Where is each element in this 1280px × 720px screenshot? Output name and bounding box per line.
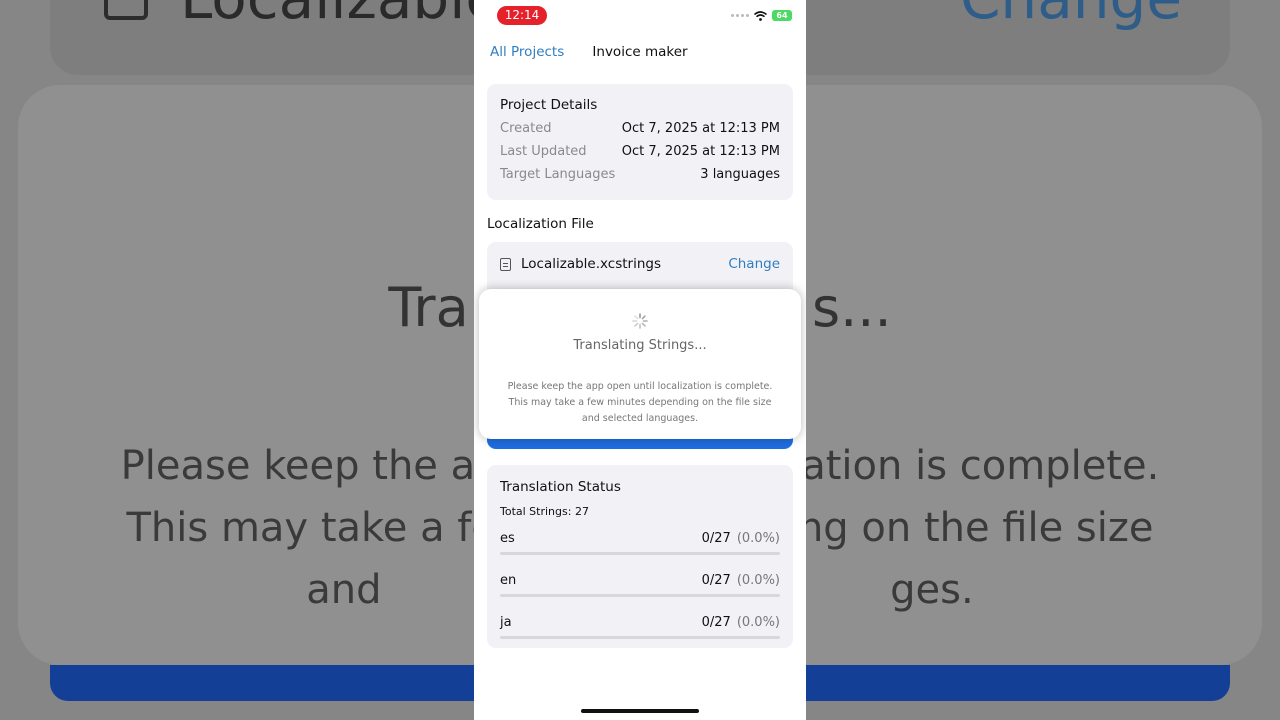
translation-status-title: Translation Status <box>500 479 621 495</box>
language-count: 0/27 <box>701 531 731 546</box>
detail-value: Oct 7, 2025 at 12:13 PM <box>621 121 780 136</box>
file-name: Localizable.xcstrings <box>521 256 661 272</box>
detail-row-target-languages: Target Languages 3 languages <box>500 167 780 182</box>
status-icons: 64 <box>731 10 792 21</box>
localization-file-label: Localization File <box>487 216 594 232</box>
project-details-card: Project Details Created Oct 7, 2025 at 1… <box>487 84 793 200</box>
detail-value: 3 languages <box>700 167 780 182</box>
progress-bar <box>500 636 780 639</box>
progress-bar <box>500 594 780 597</box>
activity-spinner-icon <box>632 313 648 329</box>
language-code: ja <box>500 615 512 630</box>
nav-title: Invoice maker <box>592 44 688 60</box>
bg-document-icon <box>104 0 148 20</box>
wifi-icon <box>754 10 767 21</box>
detail-row-created: Created Oct 7, 2025 at 12:13 PM <box>500 121 780 136</box>
phone-screen: 12:14 64 All Projects Invoice maker Proj… <box>474 0 806 720</box>
translation-status-card: Translation Status Total Strings: 27 es … <box>487 465 793 648</box>
home-indicator[interactable] <box>581 709 699 713</box>
language-row-en: en 0/27 (0.0%) <box>500 573 780 597</box>
total-strings: Total Strings: 27 <box>500 505 589 518</box>
change-file-button[interactable]: Change <box>728 256 780 272</box>
language-count: 0/27 <box>701 573 731 588</box>
project-details-title: Project Details <box>500 97 598 113</box>
status-time: 12:14 <box>497 6 547 25</box>
detail-label: Created <box>500 121 552 136</box>
language-percent: (0.0%) <box>736 573 780 588</box>
signal-icon <box>731 14 749 17</box>
language-code: en <box>500 573 517 588</box>
language-count: 0/27 <box>701 615 731 630</box>
language-percent: (0.0%) <box>736 531 780 546</box>
language-code: es <box>500 531 515 546</box>
document-icon <box>500 257 511 271</box>
detail-value: Oct 7, 2025 at 12:13 PM <box>621 144 780 159</box>
progress-bar <box>500 552 780 555</box>
modal-message: Please keep the app open until localizat… <box>507 381 773 424</box>
detail-row-last-updated: Last Updated Oct 7, 2025 at 12:13 PM <box>500 144 780 159</box>
language-row-es: es 0/27 (0.0%) <box>500 531 780 555</box>
file-row: Localizable.xcstrings Change <box>487 242 793 286</box>
modal-title: Translating Strings... <box>573 338 707 353</box>
battery-icon: 64 <box>772 10 792 21</box>
language-row-ja: ja 0/27 (0.0%) <box>500 615 780 639</box>
detail-label: Target Languages <box>500 167 616 182</box>
bg-change-link: Change <box>960 0 1182 32</box>
language-percent: (0.0%) <box>736 615 780 630</box>
translating-modal: Translating Strings... Please keep the a… <box>479 289 801 439</box>
detail-label: Last Updated <box>500 144 587 159</box>
